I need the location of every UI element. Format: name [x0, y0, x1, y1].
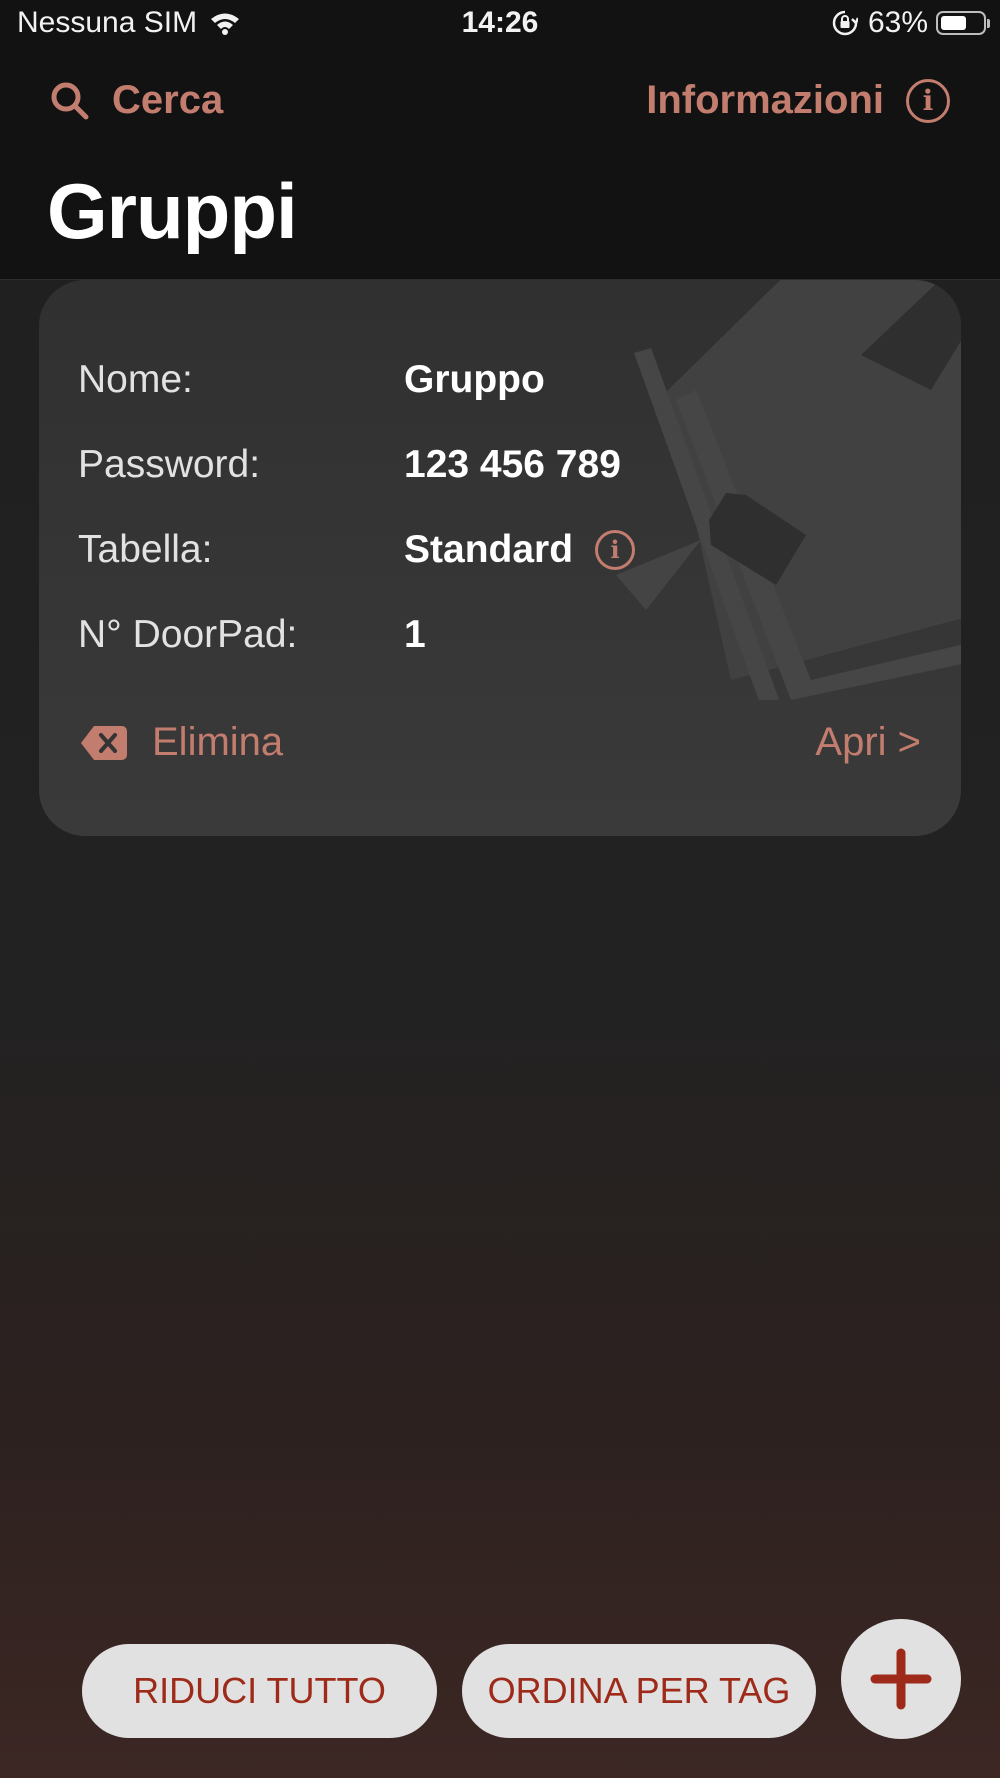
delete-button[interactable]: Elimina: [80, 720, 283, 765]
battery-fill: [941, 16, 966, 30]
table-label: Tabella:: [78, 528, 213, 571]
battery-icon: [936, 11, 990, 35]
search-icon: [51, 82, 89, 119]
password-value: 123 456 789: [404, 443, 621, 486]
collapse-all-label: RIDUCI TUTTO: [133, 1670, 386, 1711]
delete-label: Elimina: [152, 720, 284, 764]
decorative-house-icon: [616, 280, 961, 700]
table-info-icon[interactable]: i: [595, 530, 636, 570]
sort-by-tag-button[interactable]: ORDINA PER TAG: [462, 1644, 816, 1738]
add-group-button[interactable]: [841, 1619, 961, 1739]
status-battery-group: 63%: [832, 6, 990, 40]
navigation-bar: Cerca Informazioni i Gruppi: [0, 50, 1000, 280]
collapse-all-button[interactable]: RIDUCI TUTTO: [82, 1644, 437, 1738]
open-button[interactable]: Apri >: [815, 720, 921, 765]
table-value-group: Standard i: [404, 528, 636, 572]
plus-icon: [870, 1648, 932, 1710]
name-label: Nome:: [78, 358, 193, 401]
group-card: Nome: Gruppo Password: 123 456 789 Tabel…: [39, 280, 961, 836]
delete-backspace-icon: [81, 725, 127, 760]
info-icon: i: [906, 78, 950, 123]
status-bar: Nessuna SIM 14:26 63%: [0, 0, 1000, 50]
table-value: Standard: [404, 528, 574, 571]
search-button[interactable]: Cerca: [50, 78, 223, 123]
sort-by-tag-label: ORDINA PER TAG: [487, 1670, 791, 1711]
doorpad-label: N° DoorPad:: [78, 613, 298, 656]
password-label: Password:: [78, 443, 261, 486]
battery-percent: 63%: [867, 6, 928, 39]
orientation-lock-icon: [832, 10, 858, 36]
doorpad-value: 1: [404, 613, 426, 656]
page-title: Gruppi: [47, 167, 298, 255]
info-button[interactable]: Informazioni i: [646, 78, 950, 123]
name-value: Gruppo: [404, 358, 545, 401]
info-label: Informazioni: [646, 78, 884, 122]
search-label: Cerca: [112, 78, 224, 122]
